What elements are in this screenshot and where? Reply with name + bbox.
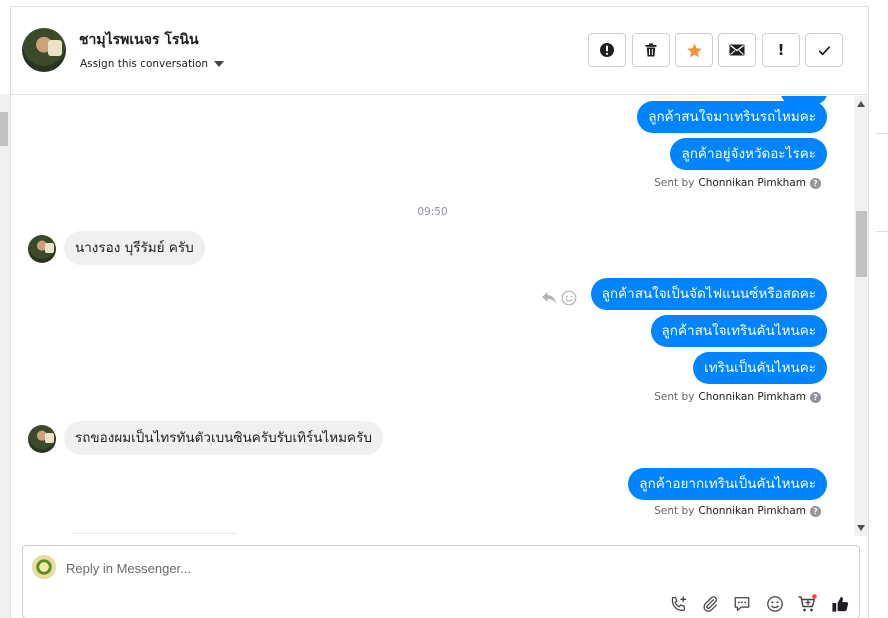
outer-scrollbar-thumb[interactable]: [0, 112, 8, 146]
outer-scrollbar[interactable]: [0, 94, 10, 618]
message-bubble-outgoing[interactable]: ลูกค้าอยากเทรินเป็นคันไหนคะ: [628, 468, 827, 500]
add-to-cart-button[interactable]: [796, 593, 818, 615]
star-icon: [686, 42, 702, 57]
message-thread: ลูกค้าสนใจมาเทรินรถไหมคะ ลูกค้าอยู่จังหว…: [11, 96, 854, 536]
mark-done-button[interactable]: [805, 33, 843, 67]
divider: [876, 133, 888, 134]
checkmark-icon: [818, 45, 830, 55]
exclamation-icon: !: [777, 41, 785, 59]
thumbs-up-icon: [831, 596, 848, 612]
saved-replies-button[interactable]: [731, 593, 753, 615]
info-icon[interactable]: ?: [810, 391, 821, 403]
message-bubble-incoming[interactable]: นางรอง บุรีรัมย์ ครับ: [64, 231, 205, 265]
reply-icon[interactable]: [541, 291, 557, 305]
right-edge-strip: [869, 0, 888, 618]
thread-scrollbar-thumb[interactable]: [856, 211, 867, 277]
info-icon[interactable]: ?: [810, 505, 821, 517]
info-icon[interactable]: ?: [810, 177, 821, 189]
sent-by-prefix: Sent by: [654, 505, 695, 517]
mark-spam-button[interactable]: [588, 33, 626, 67]
contact-avatar[interactable]: [22, 28, 66, 72]
message-bubble-outgoing[interactable]: ลูกค้าสนใจมาเทรินรถไหมคะ: [637, 101, 827, 133]
saved-reply-icon: [734, 597, 750, 611]
message-bubble-outgoing[interactable]: ลูกค้าสนใจเทรินคันไหนคะ: [650, 315, 827, 347]
message-bubble-outgoing[interactable]: เทรินเป็นคันไหนคะ: [693, 352, 827, 384]
message-bubble-outgoing[interactable]: ลูกค้าสนใจเป็นจัดไฟแนนซ์หรือสดคะ: [590, 278, 827, 310]
sent-by-prefix: Sent by: [654, 391, 695, 403]
message-bubble-incoming[interactable]: รถของผมเป็นไทรทันตัวเบนซินครับรับเทิร์นไ…: [64, 421, 383, 455]
react-emoji-icon[interactable]: [561, 290, 577, 306]
scroll-down-arrow-icon[interactable]: [857, 525, 865, 531]
cart-add-icon: [798, 594, 817, 612]
message-actions: [541, 290, 577, 306]
divider: [876, 231, 888, 232]
scroll-up-arrow-icon[interactable]: [857, 101, 865, 107]
emoji-button[interactable]: [764, 593, 786, 615]
message-bubble-outgoing[interactable]: ลูกค้าอยู่จังหวัดอะไรคะ: [670, 138, 827, 170]
send-like-button[interactable]: [829, 593, 851, 615]
contact-name[interactable]: ชามุไรพเนจร โรนิน: [79, 29, 199, 51]
delete-button[interactable]: [632, 33, 670, 67]
trash-icon: [645, 43, 657, 57]
assign-label: Assign this conversation: [80, 58, 209, 70]
sent-by-label: Sent by Chonnikan Pimkham ?: [654, 177, 821, 189]
contact-avatar: [28, 425, 56, 453]
contact-avatar: [28, 235, 56, 263]
mark-unread-button[interactable]: [718, 33, 756, 67]
assign-conversation-dropdown[interactable]: Assign this conversation: [80, 58, 225, 70]
caret-down-icon: [214, 61, 225, 67]
sent-by-label: Sent by Chonnikan Pimkham ?: [654, 391, 821, 403]
star-button[interactable]: [675, 33, 713, 67]
phone-add-icon: [671, 595, 686, 611]
message-bubble-incoming[interactable]: [72, 533, 237, 536]
exclamation-circle-icon: [600, 43, 614, 57]
call-button[interactable]: [667, 593, 689, 615]
conversation-panel: ชามุไรพเนจร โรนิน Assign this conversati…: [10, 6, 869, 618]
page-avatar: [32, 555, 56, 579]
envelope-icon: [729, 44, 745, 56]
reply-input[interactable]: [66, 555, 766, 581]
sender-name[interactable]: Chonnikan Pimkham: [698, 391, 806, 403]
conversation-header: ชามุไรพเนจร โรนิน Assign this conversati…: [11, 7, 868, 95]
message-timestamp: 09:50: [417, 206, 448, 218]
reply-composer: [22, 545, 860, 618]
sent-by-label: Sent by Chonnikan Pimkham ?: [654, 505, 821, 517]
attach-file-button[interactable]: [699, 593, 721, 615]
sender-name[interactable]: Chonnikan Pimkham: [698, 177, 806, 189]
sender-name[interactable]: Chonnikan Pimkham: [698, 505, 806, 517]
thread-scrollbar[interactable]: [854, 96, 868, 536]
paperclip-icon: [703, 596, 718, 612]
follow-up-button[interactable]: !: [762, 33, 800, 67]
emoji-icon: [767, 596, 783, 612]
sent-by-prefix: Sent by: [654, 177, 695, 189]
